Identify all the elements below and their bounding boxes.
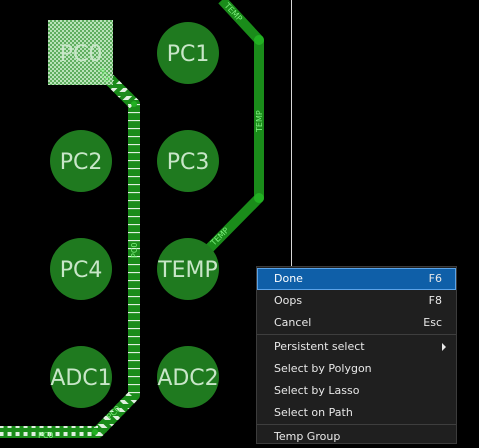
pad-adc2[interactable]: ADC2	[157, 346, 219, 408]
pad-pc1[interactable]: PC1	[157, 22, 219, 84]
context-menu: Done F6 Oops F8 Cancel Esc Persistent se…	[256, 266, 457, 444]
trace-label: PC0	[38, 431, 54, 440]
pad-label: PC4	[60, 258, 103, 283]
menu-item-select-on-path[interactable]: Select on Path	[257, 402, 456, 424]
menu-item-temp-group[interactable]: Temp Group	[257, 426, 456, 448]
submenu-arrow-icon	[442, 343, 446, 351]
pad-label: PC1	[167, 42, 210, 67]
pad-pc2[interactable]: PC2	[50, 130, 112, 192]
menu-separator	[257, 424, 456, 425]
menu-item-select-by-polygon[interactable]: Select by Polygon	[257, 358, 456, 380]
menu-item-done[interactable]: Done F6	[257, 268, 456, 290]
pad-temp[interactable]: TEMP	[157, 238, 219, 300]
pad-label: PC0	[60, 42, 103, 67]
pad-label: PC3	[167, 150, 210, 175]
shortcut-label: F6	[428, 272, 442, 285]
pad-label: ADC1	[50, 366, 111, 391]
trace-label: TEMP	[222, 0, 244, 23]
pad-pc4[interactable]: PC4	[50, 238, 112, 300]
menu-item-select-by-lasso[interactable]: Select by Lasso	[257, 380, 456, 402]
pad-adc1[interactable]: ADC1	[50, 346, 112, 408]
menu-item-persistent-select[interactable]: Persistent select	[257, 336, 456, 358]
trace-label: TEMP	[255, 110, 264, 133]
menu-item-cancel[interactable]: Cancel Esc	[257, 312, 456, 334]
crosshair-line	[291, 0, 292, 268]
pad-label: PC2	[60, 150, 103, 175]
trace-label: PC0	[130, 243, 139, 259]
pad-pc3[interactable]: PC3	[157, 130, 219, 192]
pad-label: ADC2	[157, 366, 218, 391]
menu-separator	[257, 334, 456, 335]
shortcut-label: Esc	[423, 316, 442, 329]
shortcut-label: F8	[428, 294, 442, 307]
menu-item-oops[interactable]: Oops F8	[257, 290, 456, 312]
pad-label: TEMP	[157, 258, 218, 283]
